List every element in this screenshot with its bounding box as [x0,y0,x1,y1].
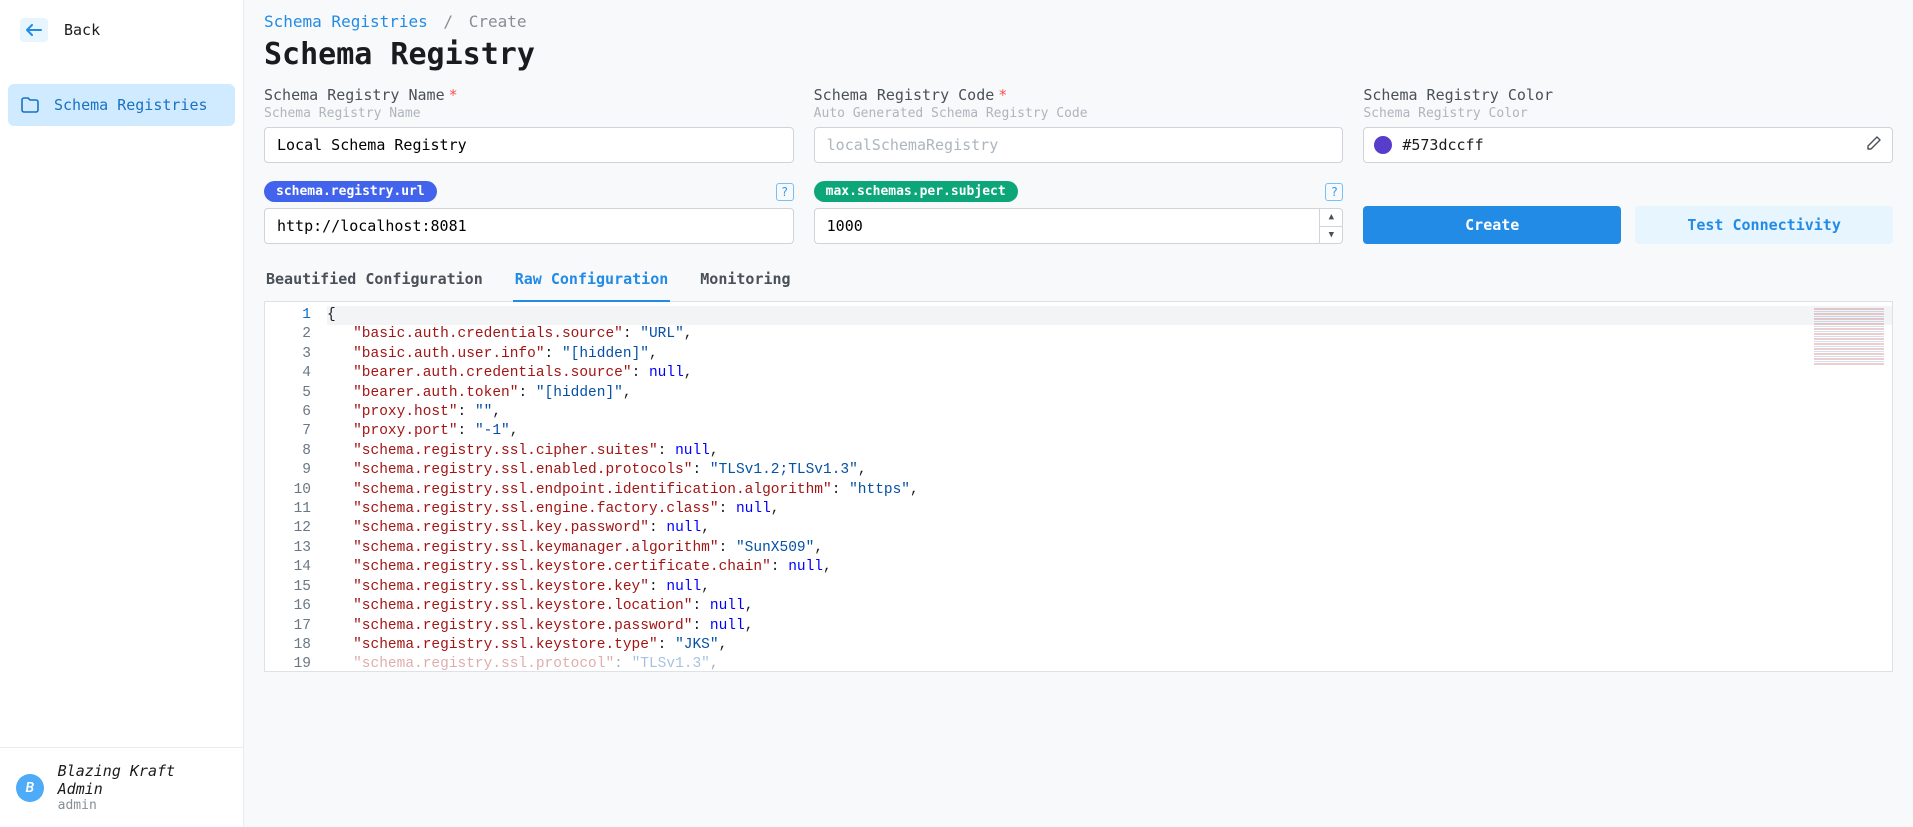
config-tabs: Beautified Configuration Raw Configurati… [264,260,1893,302]
editor-gutter: 12345678910111213141516171819 [265,302,321,671]
field-color: Schema Registry Color Schema Registry Co… [1363,86,1893,163]
folder-icon [20,97,40,113]
editor-code[interactable]: { "basic.auth.credentials.source": "URL"… [321,302,1892,671]
max-schemas-input[interactable] [814,208,1321,244]
user-role: admin [58,798,227,813]
url-pill: schema.registry.url [264,181,437,202]
back-arrow-icon [20,18,48,42]
tab-raw[interactable]: Raw Configuration [513,260,671,302]
sidebar-item-label: Schema Registries [54,96,208,114]
field-url: schema.registry.url ? [264,181,794,244]
sidebar: Back Schema Registries B Blazing Kraft A… [0,0,244,827]
main-content: Schema Registries / Create Schema Regist… [244,0,1913,827]
pencil-icon[interactable] [1866,135,1882,155]
back-label: Back [64,21,100,39]
tab-monitoring[interactable]: Monitoring [698,260,792,302]
field-name: Schema Registry Name* Schema Registry Na… [264,86,794,163]
page-title: Schema Registry [264,37,1893,72]
code-input [814,127,1344,163]
number-stepper[interactable]: ▲ ▼ [1320,208,1343,244]
back-button[interactable]: Back [8,8,235,52]
name-input[interactable] [264,127,794,163]
color-input[interactable]: #573dccff [1363,127,1893,163]
breadcrumb-current: Create [469,12,527,31]
create-button[interactable]: Create [1363,206,1621,244]
field-max-schemas: max.schemas.per.subject ? ▲ ▼ [814,181,1344,244]
field-code: Schema Registry Code* Auto Generated Sch… [814,86,1344,163]
url-input[interactable] [264,208,794,244]
help-icon[interactable]: ? [776,183,794,201]
breadcrumb-sep: / [443,12,453,31]
breadcrumb: Schema Registries / Create [264,12,1893,31]
user-name: Blazing Kraft Admin [58,762,227,798]
help-icon[interactable]: ? [1325,183,1343,201]
avatar: B [16,774,44,802]
stepper-down-icon[interactable]: ▼ [1320,227,1342,244]
stepper-up-icon[interactable]: ▲ [1320,209,1342,227]
test-connectivity-button[interactable]: Test Connectivity [1635,206,1893,244]
sidebar-item-schema-registries[interactable]: Schema Registries [8,84,235,126]
max-pill: max.schemas.per.subject [814,181,1018,202]
user-panel[interactable]: B Blazing Kraft Admin admin [0,747,243,827]
color-swatch [1374,136,1392,154]
breadcrumb-root[interactable]: Schema Registries [264,12,428,31]
raw-config-editor[interactable]: 12345678910111213141516171819 { "basic.a… [264,302,1893,672]
tab-beautified[interactable]: Beautified Configuration [264,260,485,302]
